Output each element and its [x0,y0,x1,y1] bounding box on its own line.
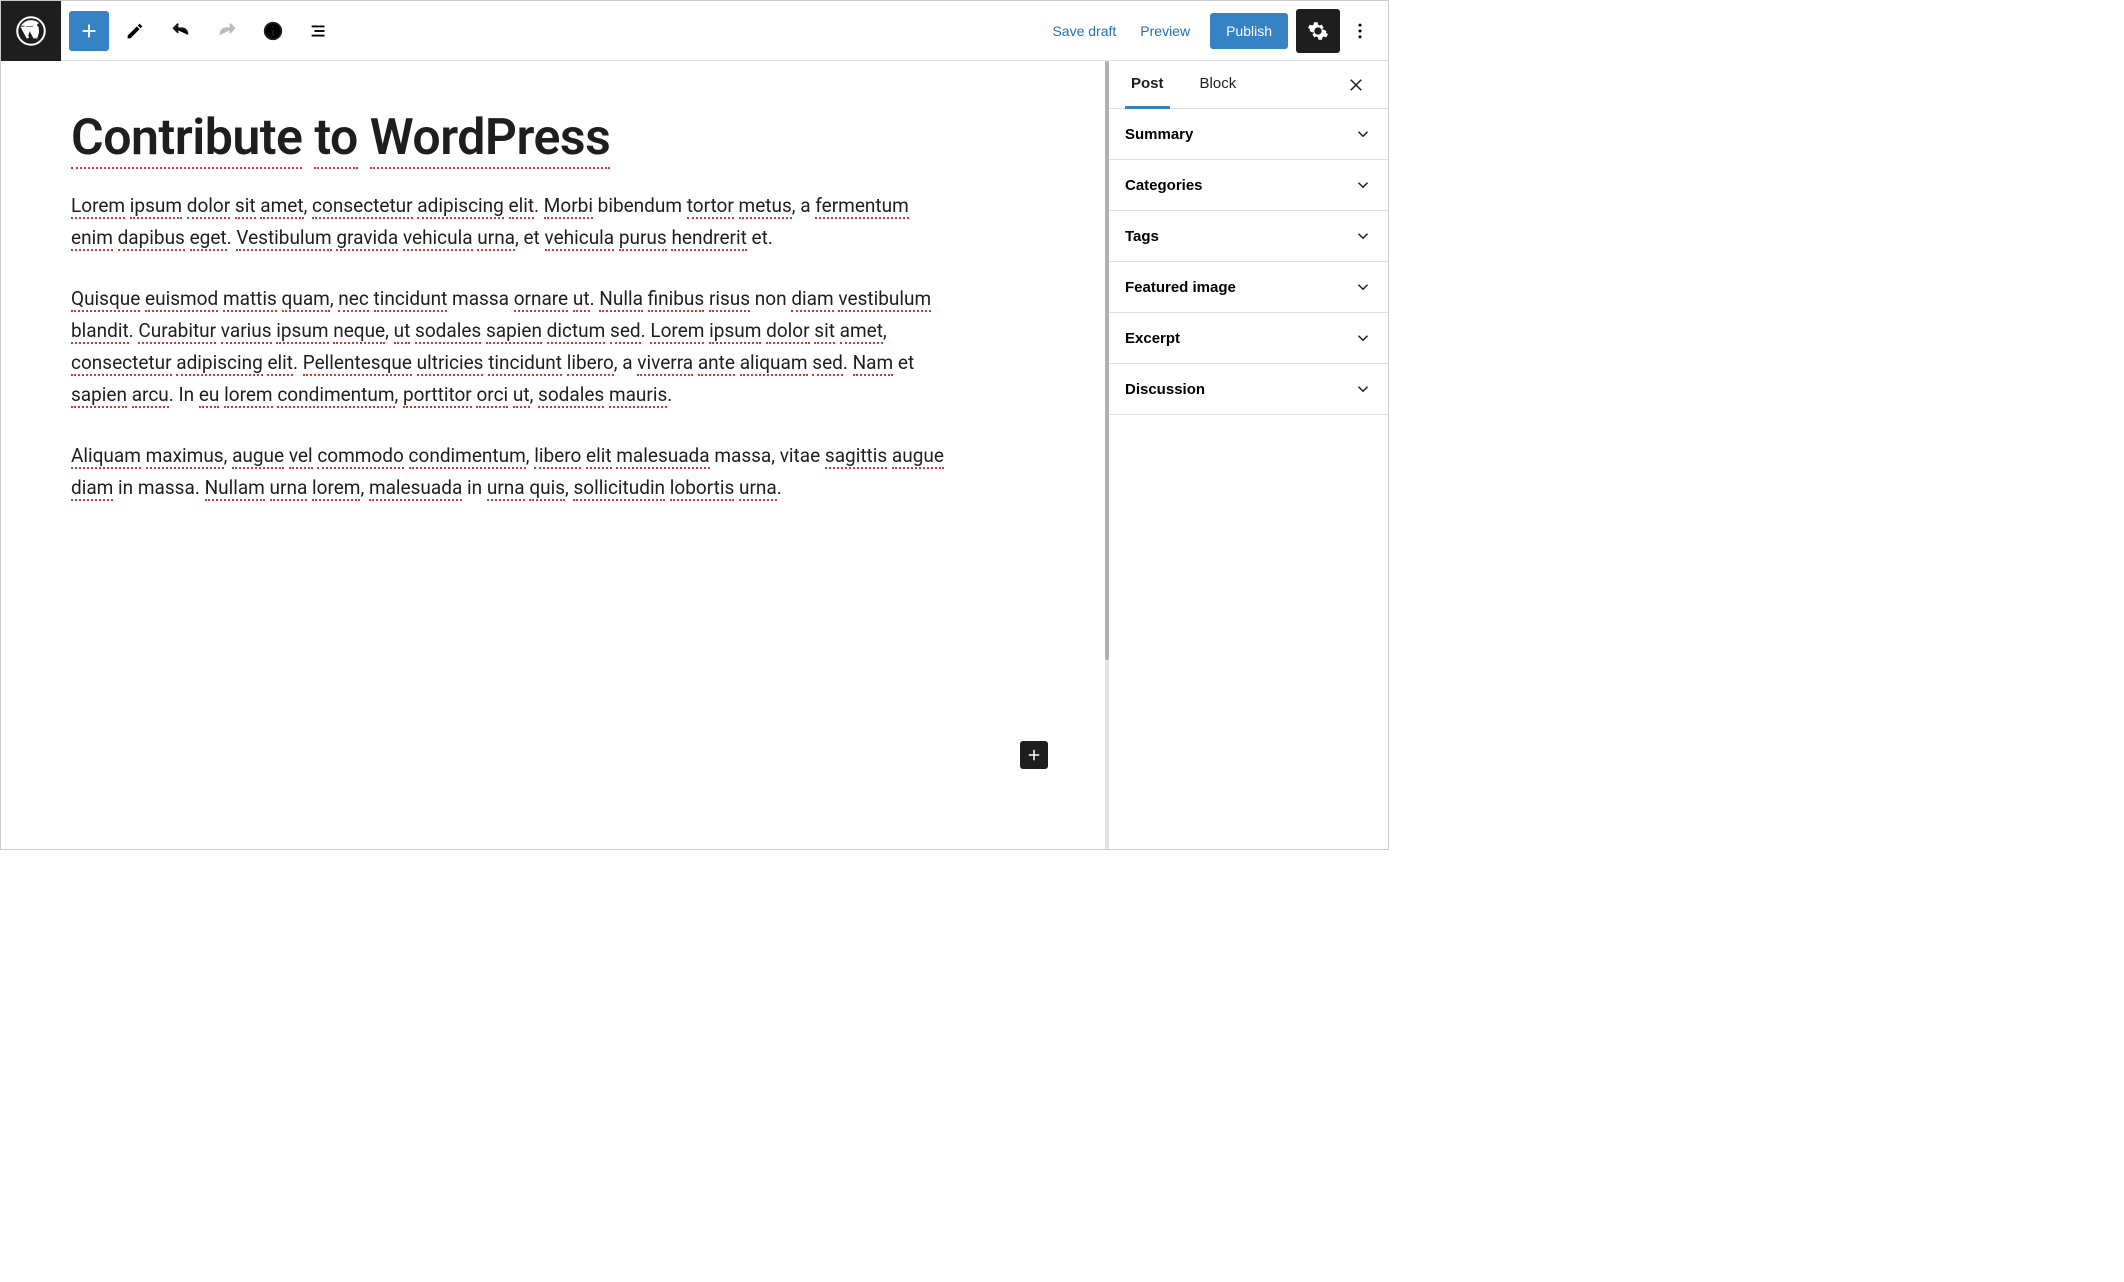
wordpress-logo[interactable] [1,1,61,61]
panel-label: Excerpt [1125,330,1180,347]
chevron-down-icon [1354,380,1372,398]
editor-toolbar: Save draft Preview Publish [1,1,1388,61]
panel-discussion[interactable]: Discussion [1109,364,1388,414]
wordpress-icon [16,16,46,46]
details-button[interactable] [253,11,293,51]
kebab-icon [1350,21,1370,41]
redo-icon [216,20,238,42]
save-draft-button[interactable]: Save draft [1040,15,1128,47]
undo-icon [170,20,192,42]
chevron-down-icon [1354,329,1372,347]
panel-tags[interactable]: Tags [1109,211,1388,261]
panel-categories[interactable]: Categories [1109,160,1388,210]
edit-mode-button[interactable] [115,11,155,51]
panel-summary[interactable]: Summary [1109,109,1388,159]
panel-label: Tags [1125,228,1159,245]
post-editor-canvas[interactable]: Contribute to WordPress Lorem ipsum dolo… [1,61,1108,849]
plus-icon [1025,746,1043,764]
panel-label: Categories [1125,177,1203,194]
sidebar-scrollbar-thumb[interactable] [1105,61,1109,660]
close-icon [1347,76,1365,94]
list-view-icon [308,20,330,42]
redo-button[interactable] [207,11,247,51]
chevron-down-icon [1354,227,1372,245]
gear-icon [1307,20,1329,42]
post-paragraph[interactable]: Lorem ipsum dolor sit amet, consectetur … [71,190,951,255]
tab-post[interactable]: Post [1125,61,1170,109]
pencil-icon [124,20,146,42]
more-options-button[interactable] [1340,9,1380,53]
tab-block[interactable]: Block [1194,61,1243,109]
panel-featured-image[interactable]: Featured image [1109,262,1388,312]
chevron-down-icon [1354,278,1372,296]
panel-label: Discussion [1125,381,1205,398]
chevron-down-icon [1354,125,1372,143]
post-title[interactable]: Contribute to WordPress [71,111,1038,166]
sidebar-tabs: Post Block [1109,61,1388,109]
panel-label: Summary [1125,126,1193,143]
panel-excerpt[interactable]: Excerpt [1109,313,1388,363]
publish-button[interactable]: Publish [1210,13,1288,49]
add-block-button[interactable] [69,11,109,51]
info-icon [262,20,284,42]
post-paragraph[interactable]: Quisque euismod mattis quam, nec tincidu… [71,283,951,412]
settings-sidebar: Post Block Summary Categories Tags Featu… [1108,61,1388,849]
chevron-down-icon [1354,176,1372,194]
plus-icon [78,20,100,42]
post-paragraph[interactable]: Aliquam maximus, augue vel commodo condi… [71,440,951,505]
outline-button[interactable] [299,11,339,51]
settings-button[interactable] [1296,9,1340,53]
panel-label: Featured image [1125,279,1236,296]
add-block-inline-button[interactable] [1020,741,1048,769]
close-sidebar-button[interactable] [1340,69,1372,101]
preview-button[interactable]: Preview [1128,15,1202,47]
undo-button[interactable] [161,11,201,51]
